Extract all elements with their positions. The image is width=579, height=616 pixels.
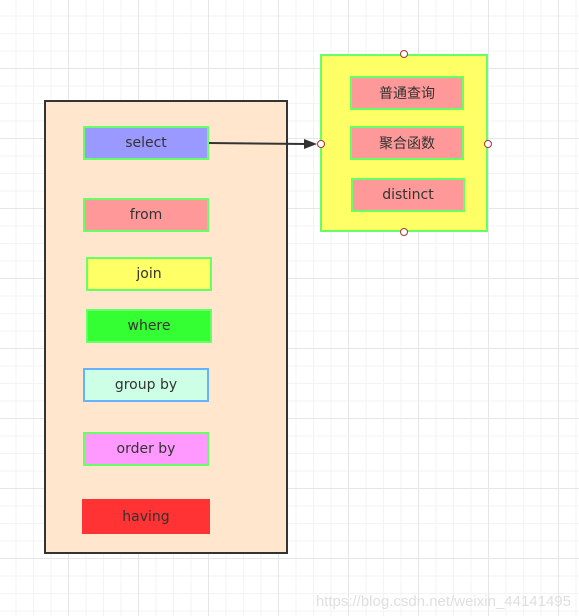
arrowhead-icon bbox=[304, 139, 317, 149]
edge-line bbox=[208, 142, 307, 145]
connection-port-top[interactable] bbox=[400, 50, 408, 58]
edge-select-to-group bbox=[208, 139, 317, 149]
connection-port-right[interactable] bbox=[484, 140, 492, 148]
connection-port-bottom[interactable] bbox=[400, 228, 408, 236]
connection-port-left[interactable] bbox=[317, 140, 325, 148]
watermark: https://blog.csdn.net/weixin_44141495 bbox=[315, 593, 571, 610]
